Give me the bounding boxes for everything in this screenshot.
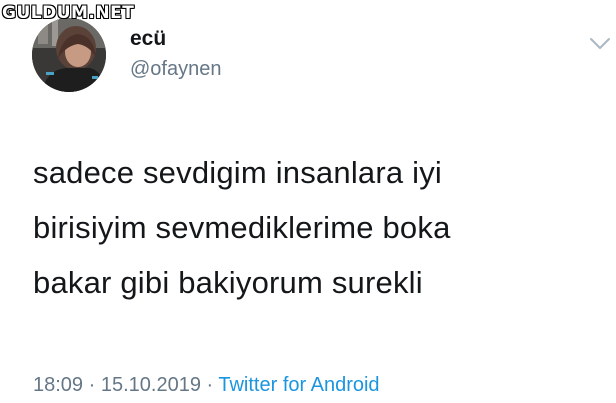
user-handle[interactable]: @ofaynen [130, 57, 221, 81]
tweet-text-line: bakar gibi bakiyorum surekli [33, 265, 423, 300]
tweet-meta: 18:09 · 15.10.2019 · Twitter for Android [33, 372, 380, 398]
avatar[interactable] [32, 18, 106, 92]
tweet-date[interactable]: 15.10.2019 [101, 374, 201, 396]
tweet-text-line: birisiyim sevmediklerime boka [33, 210, 451, 245]
meta-separator: · [200, 374, 219, 396]
chevron-down-icon-glyph [590, 38, 610, 49]
tweet-time[interactable]: 18:09 [33, 374, 83, 396]
avatar-photo [32, 18, 106, 92]
display-name[interactable]: ecü [130, 27, 166, 51]
tweet-source-link[interactable]: Twitter for Android [218, 374, 379, 396]
watermark-logo: GULDUM.NET [2, 3, 135, 23]
meta-separator: · [83, 374, 101, 396]
tweet-text: sadece sevdigim insanlara iyi birisiyim … [33, 145, 603, 310]
tweet-text-line: sadece sevdigim insanlara iyi [33, 155, 442, 190]
chevron-down-icon[interactable] [589, 37, 611, 51]
